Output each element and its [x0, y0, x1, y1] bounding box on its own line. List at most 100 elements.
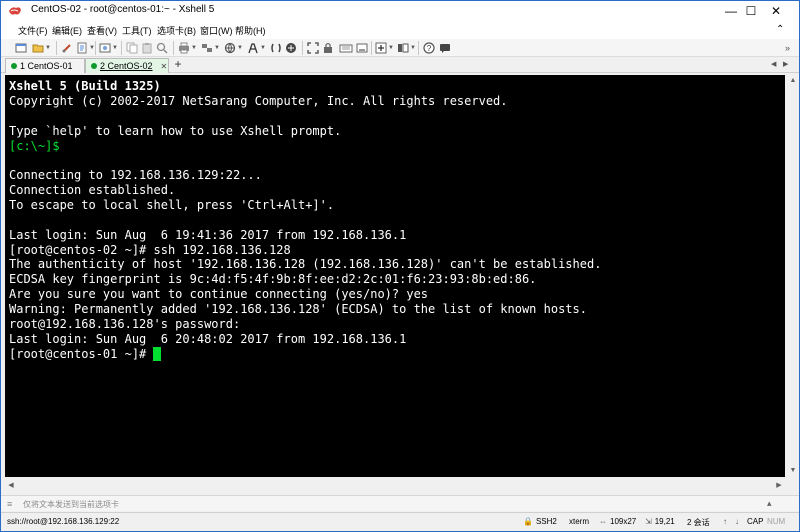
status-upload[interactable]: ↑: [723, 517, 730, 526]
tab-centos-02[interactable]: 2 CentOS-02 ✕: [85, 58, 169, 73]
session-manager-button[interactable]: ▼: [99, 41, 118, 55]
menu-tab[interactable]: 选项卡(B): [157, 24, 196, 37]
horizontal-scrollbar[interactable]: ◀ ▶: [5, 480, 785, 492]
connected-status-icon: [91, 63, 97, 69]
toolbar-divider: [302, 41, 303, 55]
tab-scroll-right-icon[interactable]: ▶: [783, 60, 788, 68]
terminal-line: Last login: Sun Aug 6 20:48:02 2017 from…: [9, 332, 407, 346]
compose-scroll-icon[interactable]: ▴: [767, 498, 772, 509]
scroll-right-icon[interactable]: ▶: [773, 480, 785, 492]
terminal-line: Are you sure you want to continue connec…: [9, 287, 429, 301]
chat-icon: [440, 44, 450, 53]
terminal-line: The authenticity of host '192.168.136.12…: [9, 257, 602, 271]
compose-bar[interactable]: ≡ 仅将文本发送到当前选项卡 ▴: [1, 495, 799, 511]
chevron-down-icon: ▼: [112, 45, 118, 51]
terminal-line: root@192.168.136.128's password:: [9, 317, 241, 331]
terminal-line: Last login: Sun Aug 6 19:41:36 2017 from…: [9, 228, 407, 242]
menu-help[interactable]: 帮助(H): [235, 24, 266, 37]
session-tab-bar: 1 CentOS-01 2 CentOS-02 ✕ + ◀ ▶: [1, 57, 799, 73]
menu-window[interactable]: 窗口(W): [200, 24, 233, 37]
chevron-down-icon: ▼: [388, 45, 394, 51]
menu-tools[interactable]: 工具(T): [122, 24, 152, 37]
scroll-down-icon[interactable]: ▼: [787, 465, 799, 477]
resize-icon: ⇔: [599, 517, 607, 526]
disconnect-button[interactable]: [61, 41, 73, 55]
xshell-logo-icon: [9, 7, 21, 15]
terminal-line: Warning: Permanently added '192.168.136.…: [9, 302, 587, 316]
xftp-icon: [286, 43, 296, 53]
window-title: CentOS-02 - root@centos-01:~ - Xshell 5: [31, 4, 215, 15]
scroll-up-icon[interactable]: ▲: [787, 75, 799, 87]
download-arrow-icon: ↓: [735, 517, 739, 526]
tab-scroll-left-icon[interactable]: ◀: [771, 60, 776, 68]
toolbar-divider: [371, 41, 372, 55]
properties-icon: [77, 42, 87, 54]
upload-arrow-icon: ↑: [723, 517, 727, 526]
keyboard-icon: [339, 44, 353, 53]
terminal-line: Copyright (c) 2002-2017 NetSarang Comput…: [9, 94, 508, 108]
toolbar-divider: [95, 41, 96, 55]
compose-button[interactable]: [356, 41, 368, 55]
terminal-line: Connection established.: [9, 183, 176, 197]
globe-button[interactable]: ▼: [224, 41, 243, 55]
layout-icon: [398, 43, 409, 53]
chevron-down-icon: ▼: [45, 45, 51, 51]
status-bar: ssh://root@192.168.136.129:22 🔒 SSH2 xter…: [1, 512, 799, 531]
keyboard-button[interactable]: [339, 41, 353, 55]
xftp-button[interactable]: [285, 41, 297, 55]
toolbar-divider: [173, 41, 174, 55]
script-icon: [271, 43, 281, 53]
menu-file[interactable]: 文件(F): [18, 24, 48, 37]
folder-icon: [32, 44, 44, 53]
properties-button[interactable]: ▼: [76, 41, 95, 55]
copy-button[interactable]: [126, 41, 138, 55]
fullscreen-icon: [307, 42, 319, 54]
terminal-output[interactable]: Xshell 5 (Build 1325) Copyright (c) 2002…: [5, 75, 785, 477]
terminal-local-prompt: [c:\~]$: [9, 139, 60, 153]
scroll-left-icon[interactable]: ◀: [5, 480, 17, 492]
status-size-label: 109x27: [610, 517, 637, 526]
help-button[interactable]: ?: [423, 41, 435, 55]
tab-label: 2 CentOS-02: [100, 61, 153, 71]
toolbar: ▼ ▼ ▼ ▼ ▼ ▼ ▼ ▼ ▼ ? »: [1, 39, 799, 57]
print-button[interactable]: ▼: [178, 41, 197, 55]
close-button[interactable]: ✕: [753, 1, 799, 21]
tab-label: 1 CentOS-01: [20, 61, 73, 71]
script-button[interactable]: [270, 41, 282, 55]
status-protocol-label: SSH2: [535, 517, 557, 526]
status-cursor-label: 19,21: [654, 517, 675, 526]
plug-icon: [62, 44, 71, 53]
paste-button[interactable]: [141, 41, 153, 55]
add-tab-button[interactable]: +: [171, 58, 185, 72]
lock-button[interactable]: [322, 41, 334, 55]
open-button[interactable]: ▼: [32, 41, 51, 55]
svg-text:?: ?: [427, 44, 432, 53]
layout-button[interactable]: ▼: [397, 41, 416, 55]
transfer-button[interactable]: ▼: [201, 41, 220, 55]
font-button[interactable]: ▼: [247, 41, 266, 55]
chat-button[interactable]: [439, 41, 451, 55]
menu-edit[interactable]: 编辑(E): [52, 24, 82, 37]
close-tab-icon[interactable]: ✕: [161, 62, 168, 71]
status-num: NUM: [767, 517, 786, 526]
tab-centos-01[interactable]: 1 CentOS-01: [5, 58, 85, 73]
title-bar[interactable]: CentOS-02 - root@centos-01:~ - Xshell 5 …: [1, 1, 799, 21]
compose-menu-icon[interactable]: ≡: [7, 499, 12, 509]
toolbar-more-button[interactable]: »: [785, 41, 790, 55]
fullscreen-button[interactable]: [307, 41, 319, 55]
find-button[interactable]: [156, 41, 168, 55]
globe-icon: [224, 42, 236, 54]
menu-view[interactable]: 查看(V): [87, 24, 117, 37]
menu-collapse-icon[interactable]: ⌃: [776, 24, 784, 35]
status-download[interactable]: ↓: [735, 517, 742, 526]
vertical-scrollbar[interactable]: ▲ ▼: [787, 75, 799, 477]
terminal-prompt: [root@centos-01 ~]#: [9, 347, 154, 361]
font-icon: [248, 43, 258, 54]
status-sessions: 2 会话: [687, 518, 710, 527]
terminal-line: To escape to local shell, press 'Ctrl+Al…: [9, 198, 335, 212]
transfer-icon: [202, 44, 212, 52]
chevron-down-icon: ▼: [237, 45, 243, 51]
new-session-icon: [15, 43, 27, 53]
new-session-button[interactable]: [15, 41, 27, 55]
new-tab-group-button[interactable]: ▼: [375, 41, 394, 55]
